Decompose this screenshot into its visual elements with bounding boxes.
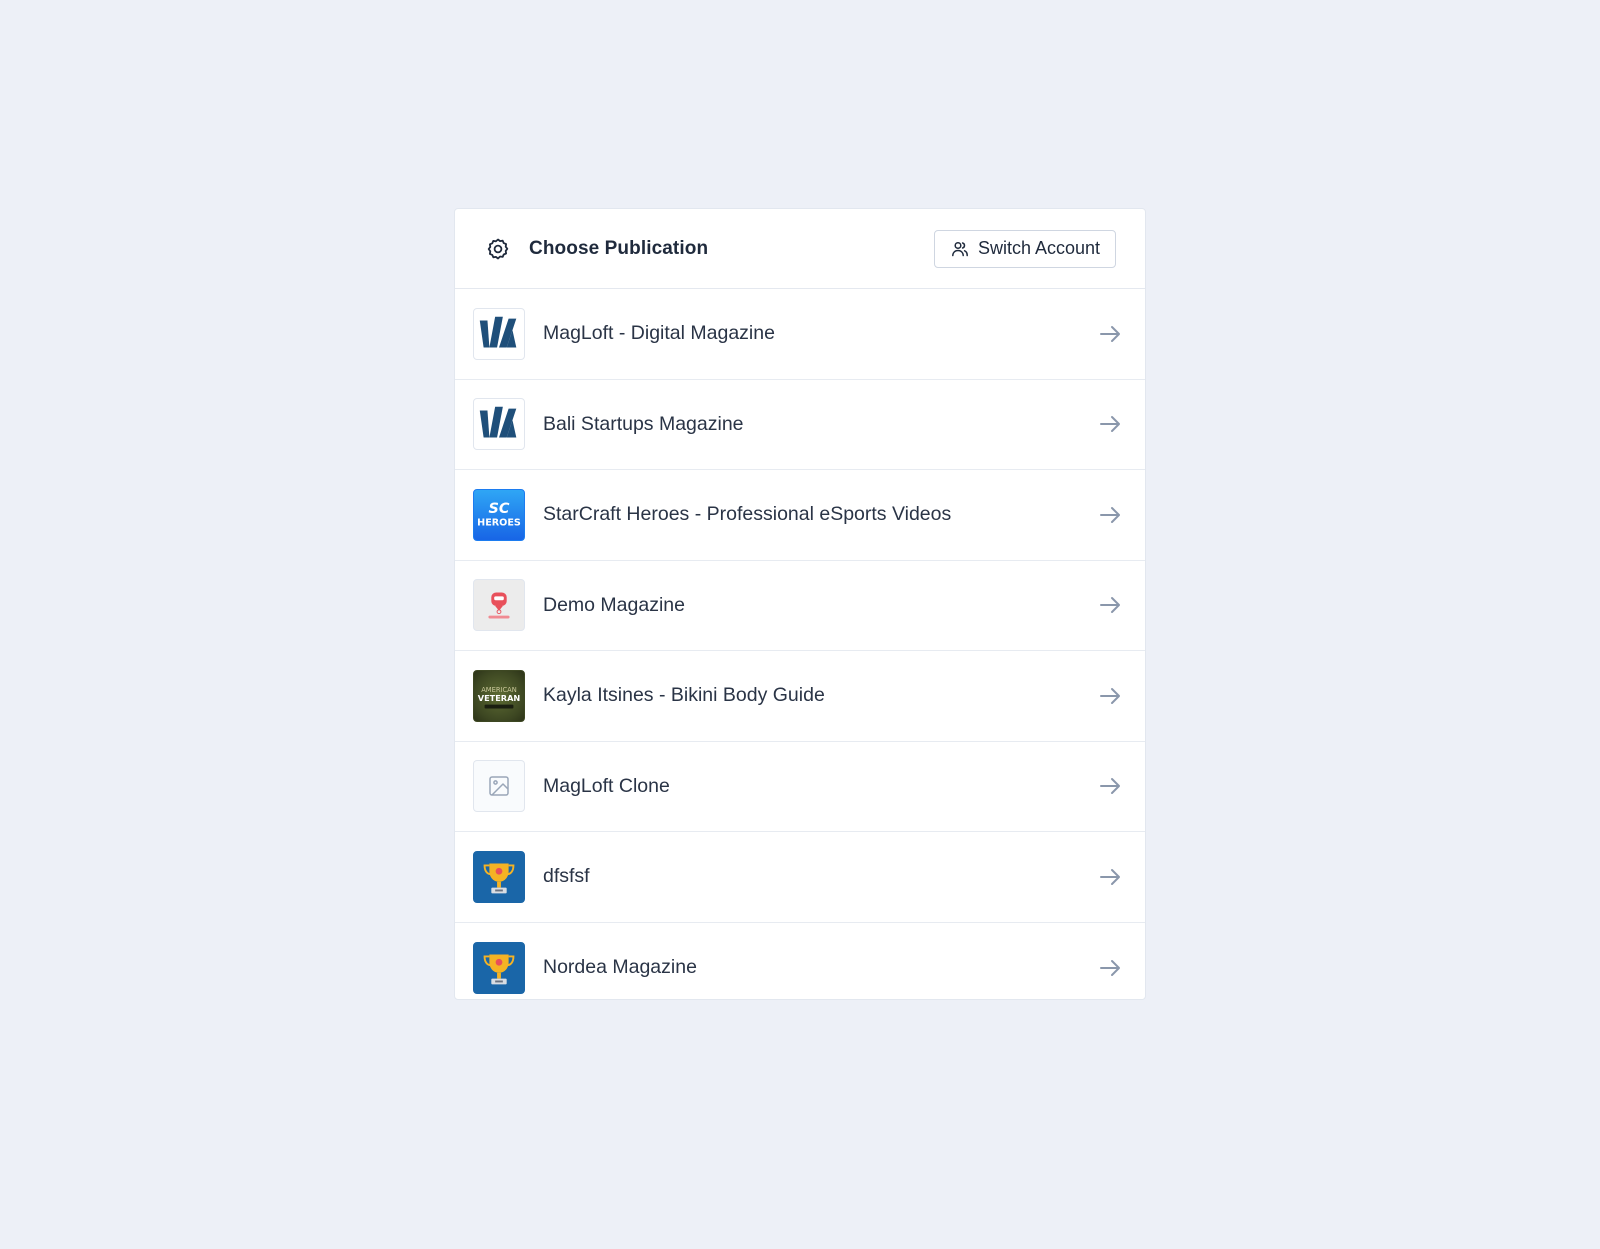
magloft-logo [473,307,525,360]
publication-name: MagLoft - Digital Magazine [543,322,775,345]
publication-chooser-card: Choose Publication Switch Account MagLof… [454,208,1146,1000]
publication-name: StarCraft Heroes - Professional eSports … [543,503,952,526]
publication-name: Kayla Itsines - Bikini Body Guide [543,684,825,707]
switch-account-button[interactable]: Switch Account [933,229,1116,268]
publication-name: Bali Startups Magazine [543,412,744,435]
publication-row[interactable]: MagLoft - Digital Magazine [455,289,1145,380]
arrow-right-icon [1097,592,1123,618]
publication-row[interactable]: AMERICAN VETERAN Kayla Itsines - Bikini … [455,651,1145,742]
arrow-right-icon [1097,502,1123,528]
publication-row[interactable]: MagLoft Clone [455,742,1145,832]
trophy-logo [473,850,525,903]
arrow-right-icon [1097,321,1123,347]
publication-name: dfsfsf [543,865,590,888]
arrow-right-icon [1097,773,1123,799]
arrow-right-icon [1097,864,1123,890]
publication-name: Nordea Magazine [543,956,697,979]
magloft-logo [473,398,525,451]
american-veteran-logo: AMERICAN VETERAN [473,669,525,722]
sc-heroes-logo: SC HEROES [473,488,525,541]
publication-row[interactable]: Nordea Magazine [455,923,1145,1000]
arrow-right-icon [1097,955,1123,981]
publication-list: MagLoft - Digital Magazine Bali Startups… [455,289,1145,1000]
publication-row[interactable]: dfsfsf [455,832,1145,923]
gear-icon [486,237,510,261]
arrow-right-icon [1097,411,1123,437]
image-placeholder-icon [473,760,525,813]
arrow-right-icon [1097,683,1123,709]
page-title: Choose Publication [529,237,709,259]
publication-name: Demo Magazine [543,593,685,616]
publication-row[interactable]: SC HEROES StarCraft Heroes - Professiona… [455,470,1145,561]
trophy-logo [473,941,525,994]
svg-text:VETERAN: VETERAN [478,693,521,703]
publication-row[interactable]: Bali Startups Magazine [455,380,1145,470]
publication-name: MagLoft Clone [543,774,670,797]
publication-row[interactable]: Demo Magazine [455,561,1145,651]
switch-account-label: Switch Account [977,238,1100,258]
svg-text:HEROES: HEROES [477,517,521,528]
users-icon [951,240,969,258]
svg-text:SC: SC [489,501,510,517]
card-header: Choose Publication Switch Account [455,209,1145,289]
demo-magazine-logo [473,579,525,632]
